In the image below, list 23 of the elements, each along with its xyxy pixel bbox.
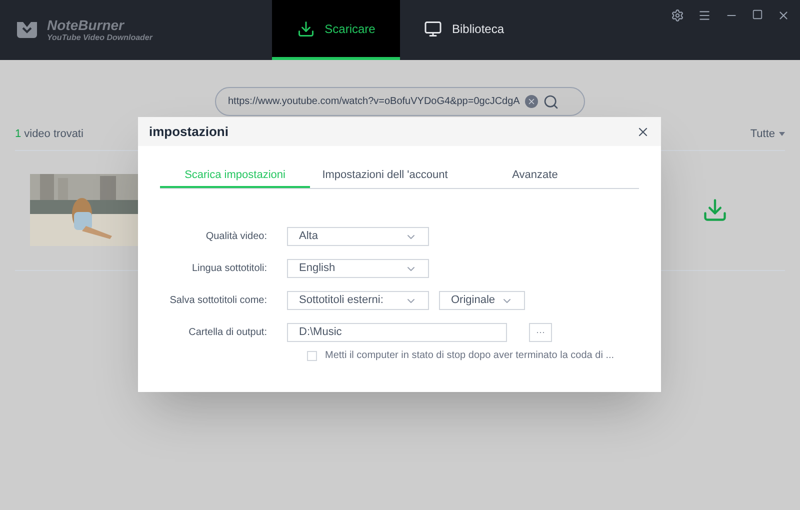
nav-tab[interactable]: Biblioteca (400, 0, 528, 60)
url-text: https://www.youtube.com/watch?v=oBofuVYDoG4&pp=0gcJCdgA (228, 95, 520, 109)
dialog-title: impostazioni (149, 122, 228, 141)
browse-button[interactable]: ··· (529, 323, 552, 342)
field-label: Salva sottotitoli come: (168, 294, 268, 308)
checkbox-label: Metti il computer in stato di stop dopo aver terminato la coda di ... (325, 349, 614, 363)
dropdown[interactable]: Sottotitoli esterni: (287, 291, 429, 310)
field-label: Lingua sottotitoli: (190, 262, 268, 276)
field-label: Qualità video: (204, 230, 268, 244)
search-field[interactable]: https://www.youtube.com/watch?v=oBofuVYDoG4&pp=0gcJCdgA (215, 87, 585, 116)
field-label: Cartella di output: (188, 326, 268, 340)
dropdown[interactable]: Originale (439, 291, 525, 310)
dropdown[interactable]: Alta (287, 227, 429, 246)
nav-tab[interactable]: Scaricare (272, 0, 400, 60)
app-subtitle: YouTube Video Downloader (47, 32, 152, 42)
result-label: video trovati (24, 127, 84, 142)
result-count: 1 (15, 127, 22, 142)
app-name: NoteBurner (47, 18, 126, 32)
dropdown[interactable]: English (287, 259, 429, 278)
filter-dropdown[interactable]: Tutte (750, 126, 785, 142)
settings-tab[interactable]: Impostazioni dell 'account (310, 165, 460, 188)
path-field[interactable]: D:\Music (287, 323, 507, 342)
settings-tab[interactable]: Avanzate (460, 165, 610, 188)
